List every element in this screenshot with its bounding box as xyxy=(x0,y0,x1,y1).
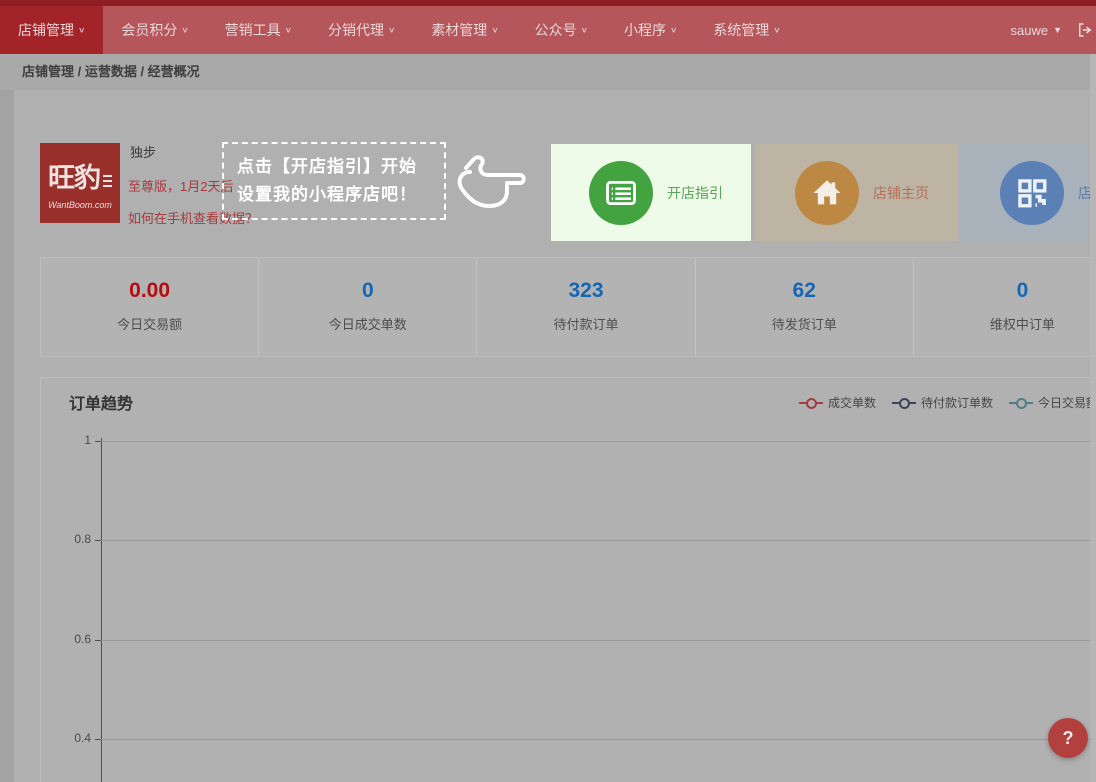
y-tick xyxy=(95,739,101,740)
top-nav: 店铺管理 ∨ 会员积分 ∨ 营销工具 ∨ 分销代理 ∨ 素材管理 ∨ 公众号 ∨… xyxy=(0,0,1096,54)
logout-icon[interactable] xyxy=(1076,21,1094,39)
y-tick xyxy=(95,441,101,442)
chevron-down-icon: ∨ xyxy=(181,26,188,35)
nav-item-store-management[interactable]: 店铺管理 ∨ xyxy=(0,6,103,54)
shop-logo: 旺豹 WantBoom.com xyxy=(40,143,120,223)
nav-item-label: 公众号 xyxy=(535,20,577,40)
vertical-scrollbar[interactable] xyxy=(1090,54,1096,782)
chevron-down-icon: ∨ xyxy=(491,26,498,35)
nav-item-label: 会员积分 xyxy=(121,20,177,40)
nav-item-distribution-agent[interactable]: 分销代理 ∨ xyxy=(310,6,413,54)
y-tick-label: 0.8 xyxy=(57,532,91,546)
chart-title: 订单趋势 xyxy=(69,390,133,414)
nav-item-label: 系统管理 xyxy=(713,20,769,40)
nav-item-member-points[interactable]: 会员积分 ∨ xyxy=(103,6,206,54)
guide-tooltip-line2: 设置我的小程序店吧！ xyxy=(237,181,444,209)
stat-today-orders: 0 今日成交单数 xyxy=(258,258,476,356)
line-marker-icon xyxy=(892,398,916,408)
nav-item-official-account[interactable]: 公众号 ∨ xyxy=(517,6,606,54)
nav-item-label: 店铺管理 xyxy=(18,20,74,40)
caret-down-icon: ▼ xyxy=(1053,25,1062,35)
gridline xyxy=(101,540,1096,541)
nav-item-marketing-tools[interactable]: 营销工具 ∨ xyxy=(207,6,310,54)
nav-item-mini-program[interactable]: 小程序 ∨ xyxy=(606,6,695,54)
stat-today-sales: 0.00 今日交易额 xyxy=(41,258,258,356)
y-tick xyxy=(95,540,101,541)
main-panel: 旺豹 WantBoom.com 独步 至尊版，1月2天后 如何在手机查看数据？ … xyxy=(14,90,1096,782)
stat-dispute-orders: 0 维权中订单 xyxy=(913,258,1096,356)
stat-label: 今日交易额 xyxy=(41,314,258,333)
logo-site-text: WantBoom.com xyxy=(48,200,112,210)
y-tick xyxy=(95,640,101,641)
stat-value: 0 xyxy=(259,279,476,303)
stat-label: 待发货订单 xyxy=(696,314,913,333)
stats-row: 0.00 今日交易额 0 今日成交单数 323 待付款订单 62 待发货订单 0… xyxy=(40,257,1096,357)
stat-label: 维权中订单 xyxy=(914,314,1096,333)
open-shop-guide-button[interactable]: 开店指引 xyxy=(551,144,751,241)
y-tick-label: 0.6 xyxy=(57,632,91,646)
order-trend-chart: 订单趋势 成交单数 待付款订单数 今日交易额 1 0.8 0.6 xyxy=(40,377,1096,782)
gridline xyxy=(101,739,1096,740)
shop-version-notice: 至尊版，1月2天后 xyxy=(128,176,233,195)
nav-item-label: 营销工具 xyxy=(225,20,281,40)
breadcrumb: 店铺管理 / 运营数据 / 经营概况 xyxy=(0,54,1096,90)
logo-deco-lines xyxy=(103,175,112,187)
help-button[interactable]: ? xyxy=(1048,718,1088,758)
chevron-down-icon: ∨ xyxy=(670,26,677,35)
stat-label: 今日成交单数 xyxy=(259,314,476,333)
nav-right: sauwe ▼ xyxy=(1011,6,1096,54)
open-shop-guide-label: 开店指引 xyxy=(667,183,723,203)
y-tick-label: 0.4 xyxy=(57,731,91,745)
legend-item-completed-orders[interactable]: 成交单数 xyxy=(799,394,876,411)
logo-text: 旺豹 xyxy=(48,156,100,195)
pointing-hand-icon xyxy=(452,150,528,212)
guide-tooltip-line1: 点击【开店指引】开始 xyxy=(237,153,444,181)
stat-label: 待付款订单 xyxy=(477,314,694,333)
chevron-down-icon: ∨ xyxy=(285,26,292,35)
y-axis-line xyxy=(101,438,102,782)
nav-item-label: 素材管理 xyxy=(431,20,487,40)
gridline xyxy=(101,640,1096,641)
shop-name: 独步 xyxy=(130,142,156,161)
nav-top-strip xyxy=(0,0,1096,6)
user-menu[interactable]: sauwe ▼ xyxy=(1011,23,1063,38)
guide-list-icon xyxy=(589,161,653,225)
chevron-down-icon: ∨ xyxy=(78,26,85,35)
shop-homepage-button[interactable]: 店铺主页 xyxy=(755,144,958,241)
home-icon xyxy=(795,161,859,225)
legend-item-today-sales[interactable]: 今日交易额 xyxy=(1009,394,1096,411)
nav-item-system-management[interactable]: 系统管理 ∨ xyxy=(695,6,798,54)
stat-pending-shipment: 62 待发货订单 xyxy=(695,258,913,356)
shop-qrcode-button[interactable]: 店铺二维码 xyxy=(960,144,1096,241)
stat-value: 62 xyxy=(696,279,913,303)
stat-value: 323 xyxy=(477,279,694,303)
nav-item-label: 小程序 xyxy=(624,20,666,40)
stat-value: 0.00 xyxy=(41,279,258,303)
username: sauwe xyxy=(1011,23,1049,38)
stat-value: 0 xyxy=(914,279,1096,303)
nav-item-label: 分销代理 xyxy=(328,20,384,40)
chevron-down-icon: ∨ xyxy=(773,26,780,35)
chevron-down-icon: ∨ xyxy=(388,26,395,35)
y-tick-label: 1 xyxy=(57,433,91,447)
line-marker-icon xyxy=(799,398,823,408)
shop-homepage-label: 店铺主页 xyxy=(873,183,929,203)
legend-item-pending-payment-orders[interactable]: 待付款订单数 xyxy=(892,394,993,411)
chart-legend: 成交单数 待付款订单数 今日交易额 xyxy=(799,394,1096,411)
gridline xyxy=(101,441,1096,442)
qr-code-icon xyxy=(1000,161,1064,225)
stat-pending-payment: 323 待付款订单 xyxy=(476,258,694,356)
nav-item-material-management[interactable]: 素材管理 ∨ xyxy=(413,6,516,54)
guide-tooltip: 点击【开店指引】开始 设置我的小程序店吧！ xyxy=(222,142,446,220)
chevron-down-icon: ∨ xyxy=(581,26,588,35)
line-marker-icon xyxy=(1009,398,1033,408)
